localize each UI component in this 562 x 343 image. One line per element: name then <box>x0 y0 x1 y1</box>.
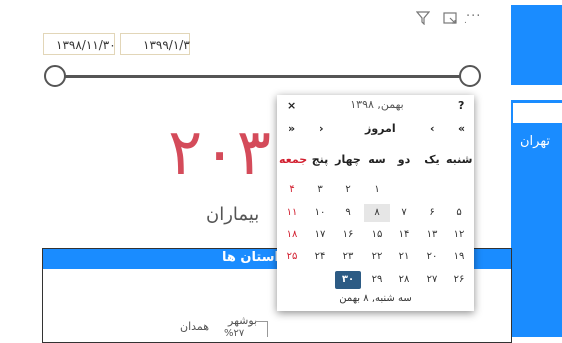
weekday-thursday: پنج <box>311 153 329 166</box>
weekday-wednesday: چهار <box>335 153 361 166</box>
pie-leader-line-vertical <box>267 321 268 337</box>
calendar-day[interactable]: ۱۱ <box>279 204 305 222</box>
calendar-day[interactable]: ۲۰ <box>419 248 445 266</box>
calendar-day[interactable]: ۱۲ <box>446 226 472 244</box>
kpi-label: بیماران <box>206 204 260 225</box>
calendar-day[interactable]: ۱۸ <box>279 226 305 244</box>
prev-year-button[interactable]: « <box>458 122 465 135</box>
date-picker-popup: × بهمن, ۱۳۹۸ ? » › امروز ‹ « جمعه پنج چه… <box>277 95 474 311</box>
calendar-day[interactable]: ۱۳ <box>419 226 445 244</box>
help-icon[interactable]: ? <box>458 99 464 112</box>
close-icon[interactable]: × <box>287 99 296 112</box>
calendar-day[interactable]: ۲ <box>335 181 361 199</box>
calendar-day[interactable]: ۶ <box>419 204 445 222</box>
filter-icon[interactable] <box>416 11 430 25</box>
pie-leader-line <box>255 321 267 322</box>
calendar-day[interactable]: ۱۷ <box>307 226 333 244</box>
calendar-day[interactable]: ۱۶ <box>335 226 361 244</box>
next-year-button[interactable]: » <box>288 122 295 135</box>
calendar-month-title: بهمن, ۱۳۹۸ <box>350 98 404 111</box>
pie-label-percent: %۲۷ <box>224 328 245 339</box>
more-options-icon[interactable]: ··· <box>466 9 481 24</box>
calendar-day[interactable]: ۲۱ <box>391 248 417 266</box>
calendar-day[interactable]: ۲۹ <box>364 271 390 289</box>
right-slicer-header <box>513 103 562 123</box>
calendar-day[interactable]: ۲۳ <box>335 248 361 266</box>
pie-label-hamedan: همدان <box>180 320 210 333</box>
calendar-day[interactable]: ۱۰ <box>307 204 333 222</box>
calendar-footer: سه شنبه, ۸ بهمن <box>339 293 412 304</box>
calendar-day[interactable]: ۲۴ <box>307 248 333 266</box>
next-month-button[interactable]: › <box>319 122 324 135</box>
calendar-day[interactable]: ۹ <box>335 204 361 222</box>
kpi-value: ۲۰۳ <box>168 116 272 190</box>
pie-label-bushehr: بوشهر <box>228 314 258 327</box>
calendar-day[interactable]: ۵ <box>446 204 472 222</box>
calendar-day[interactable]: ۳ <box>307 181 333 199</box>
calendar-day[interactable]: ۲۲ <box>364 248 390 266</box>
right-top-panel <box>511 5 562 85</box>
calendar-day[interactable]: ۴ <box>279 181 305 199</box>
calendar-day[interactable]: ۱۵ <box>364 226 390 244</box>
calendar-day[interactable]: ۷ <box>391 204 417 222</box>
city-card[interactable] <box>518 125 562 337</box>
weekday-sunday: یک <box>424 153 440 166</box>
calendar-day-selected[interactable]: ۳۰ <box>335 271 361 289</box>
date-to-input[interactable]: ۱۳۹۹/۱/۳ <box>120 33 190 55</box>
calendar-day[interactable]: ۲۶ <box>446 271 472 289</box>
weekday-monday: دو <box>397 153 411 166</box>
date-slider-track[interactable] <box>55 75 470 78</box>
calendar-day[interactable]: ۲۵ <box>279 248 305 266</box>
weekday-saturday: شنبه <box>446 153 473 166</box>
prev-month-button[interactable]: ‹ <box>430 122 435 135</box>
today-button[interactable]: امروز <box>365 122 396 135</box>
calendar-day[interactable]: ۱ <box>364 181 390 199</box>
city-label[interactable]: تهران <box>520 134 550 149</box>
slider-start-handle[interactable] <box>44 65 66 87</box>
weekday-friday: جمعه <box>279 153 308 166</box>
calendar-day[interactable]: ۲۸ <box>391 271 417 289</box>
calendar-day[interactable]: ۸ <box>364 204 390 222</box>
provinces-title: استان ها <box>222 250 279 265</box>
weekday-tuesday: سه <box>368 153 386 166</box>
date-from-input[interactable]: ۱۳۹۸/۱۱/۳۰ <box>43 33 116 55</box>
calendar-day[interactable]: ۱۹ <box>446 248 472 266</box>
slider-end-handle[interactable] <box>459 65 481 87</box>
focus-mode-icon[interactable] <box>443 11 457 25</box>
calendar-day[interactable]: ۲۷ <box>419 271 445 289</box>
calendar-day[interactable]: ۱۴ <box>391 226 417 244</box>
